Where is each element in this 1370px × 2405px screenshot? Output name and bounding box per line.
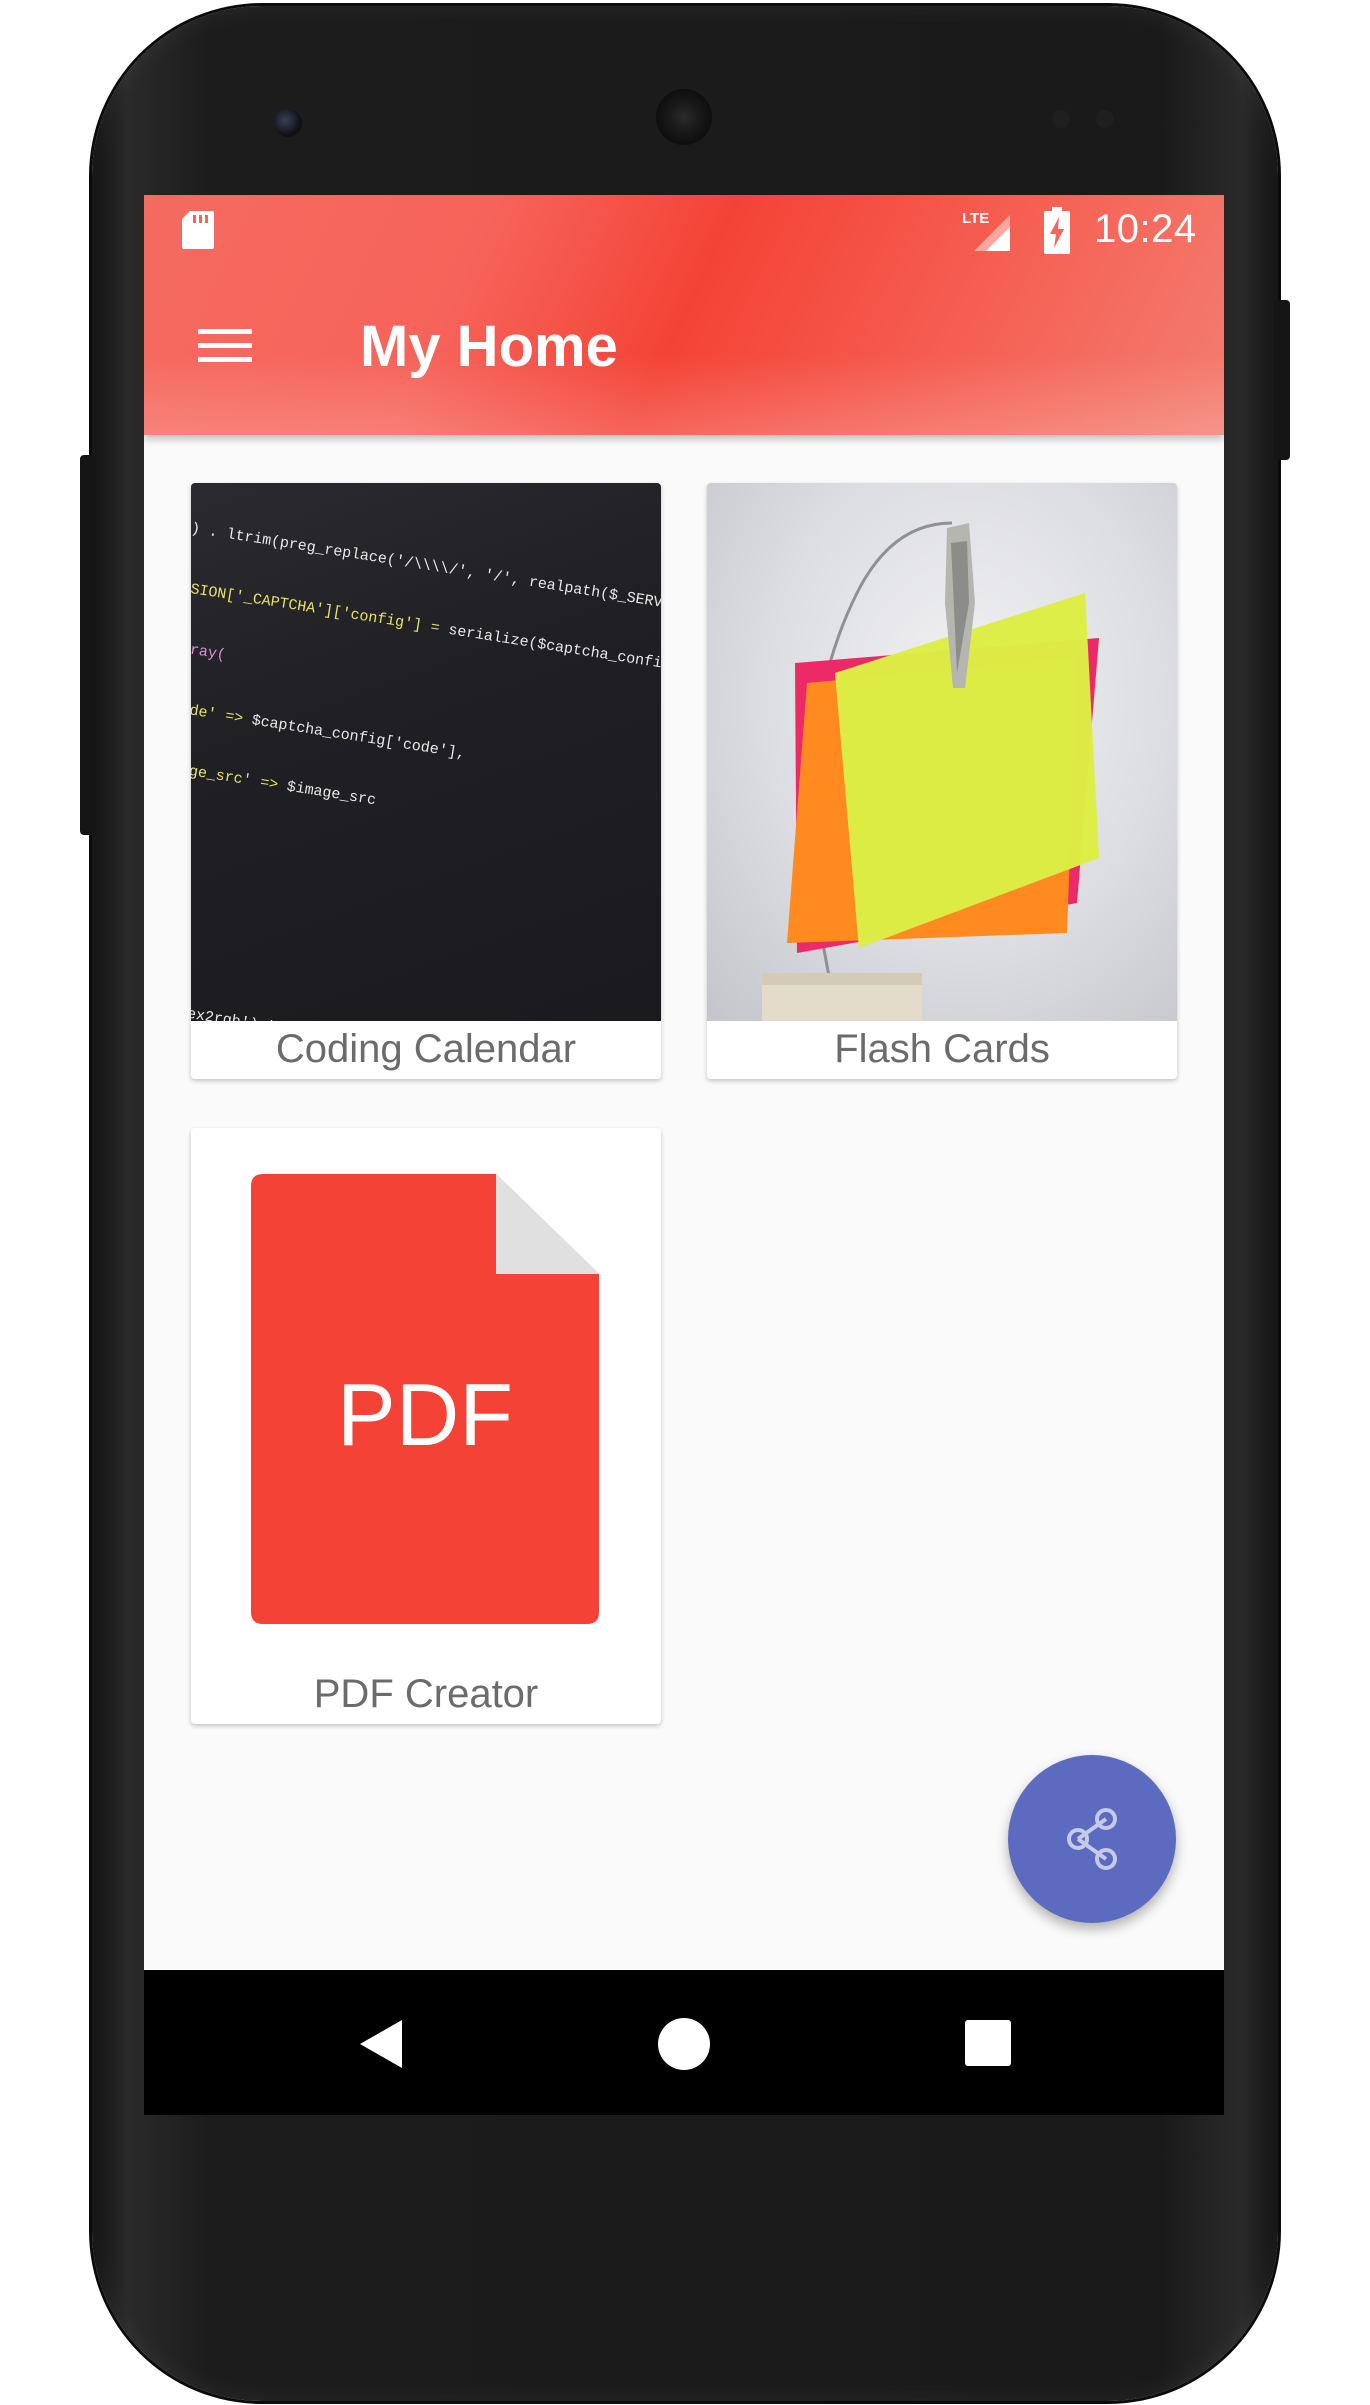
sd-card-icon [182,211,214,249]
network-type-label: LTE [962,210,989,227]
app-bar: LTE 10:24 My Home [144,195,1224,435]
light-sensor [1096,110,1114,128]
pdf-icon-text: PDF [337,1365,513,1464]
lte-signal-icon: LTE [962,210,1010,251]
navigation-bar [144,1970,1224,2115]
share-icon [1067,1808,1117,1870]
page-title: My Home [360,314,618,379]
pdf-file-icon: PDF [251,1174,599,1624]
home-icon [658,2018,710,2070]
back-button[interactable] [350,2014,410,2074]
earpiece-speaker [656,89,712,145]
sticky-notes-photo [707,483,1177,1021]
home-button[interactable] [654,2014,714,2074]
share-fab[interactable] [1008,1755,1176,1923]
power-button [1274,300,1290,460]
volume-button [80,455,96,835]
card-pdf-creator[interactable]: PDF PDF Creator [191,1128,661,1724]
recents-icon [965,2020,1011,2066]
card-label: PDF Creator [313,1672,539,1716]
front-camera [274,109,302,137]
battery-charging-icon [1044,207,1070,254]
proximity-sensor [1052,110,1070,128]
code-screenshot-image: ) . ltrim(preg_replace('/\\\\/', '/', re… [191,483,661,1021]
status-bar: LTE 10:24 [144,195,1224,270]
status-clock: 10:24 [1094,207,1197,251]
menu-button[interactable] [194,321,258,369]
card-label: Flash Cards [834,1027,1050,1071]
card-label: Coding Calendar [275,1027,577,1071]
card-flash-cards[interactable]: Flash Cards [707,483,1177,1079]
back-icon [360,2020,402,2068]
recents-button[interactable] [959,2014,1019,2074]
screen: LTE 10:24 My Home ) . ltrim(preg_replace… [144,195,1224,2115]
card-coding-calendar[interactable]: ) . ltrim(preg_replace('/\\\\/', '/', re… [191,483,661,1079]
